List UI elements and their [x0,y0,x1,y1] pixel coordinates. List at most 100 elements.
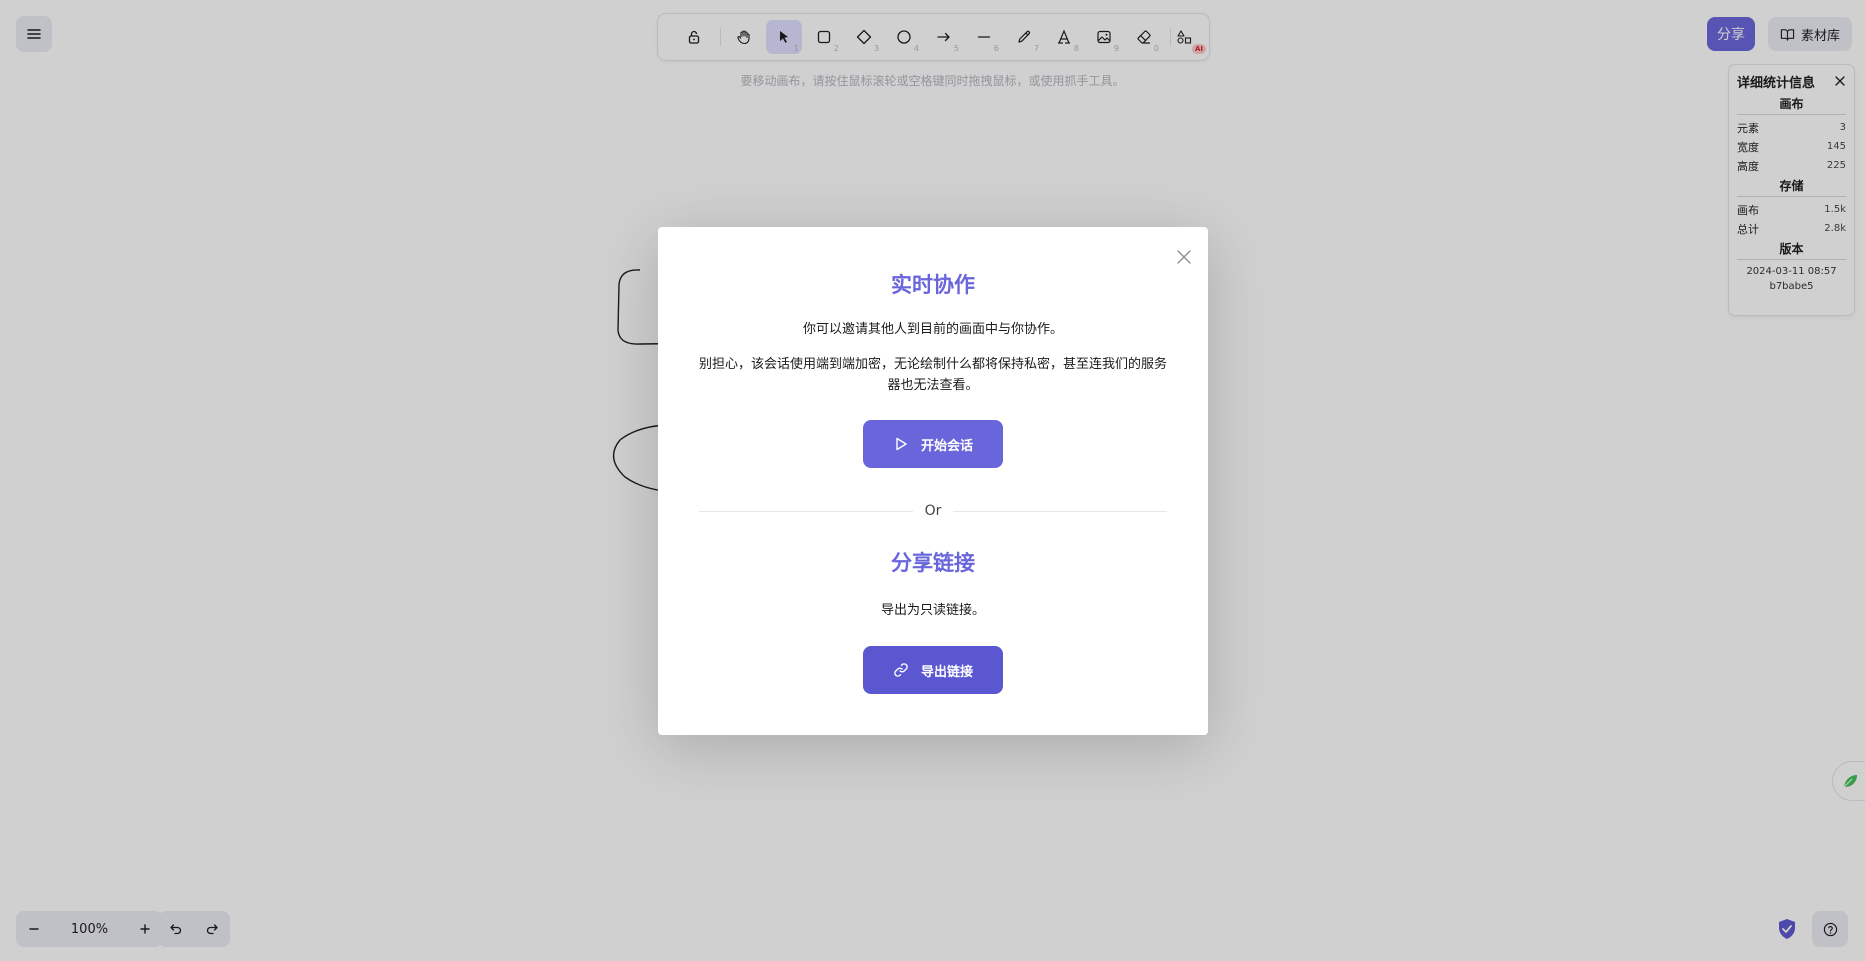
hand-icon [737,30,750,45]
stats-value: 225 [1826,160,1846,171]
divider-line [699,510,913,512]
stats-row: 画布 1.5k [1737,200,1846,219]
or-label: Or [924,503,942,519]
diamond-icon [856,29,872,45]
tool-line[interactable]: 6 [966,20,1002,54]
start-session-label: 开始会话 [920,438,973,454]
book-icon [1780,28,1795,41]
shield-check-icon[interactable] [1774,916,1800,942]
start-session-button[interactable]: 开始会话 [863,420,1003,468]
tool-shortcut-number: 9 [1113,44,1119,53]
close-icon [1177,250,1191,264]
minus-icon [29,928,39,930]
tool-text[interactable]: 8 [1046,20,1082,54]
stats-row: 总计 2.8k [1737,219,1846,238]
tool-shortcut-number: 4 [913,44,919,53]
stats-value: 145 [1826,141,1846,152]
tool-shortcut-number: 7 [1033,44,1039,53]
image-icon [1097,30,1111,44]
library-button[interactable]: 素材库 [1768,17,1852,51]
zoom-level[interactable]: 100% [52,922,127,937]
collaboration-dialog: 实时协作 你可以邀请其他人到目前的画面中与你协作。 别担心，该会话使用端到端加密… [658,227,1208,735]
stats-label: 元素 [1737,121,1759,135]
stats-label: 总计 [1737,222,1759,236]
stats-section-canvas: 画布 [1737,95,1846,115]
pencil-icon [1018,30,1030,43]
export-link-button[interactable]: 导出链接 [863,646,1003,694]
plus-icon [140,924,150,934]
version-date: 2024-03-11 08:57 [1746,266,1837,277]
shapes-toolbar: 1 2 3 4 5 6 7 8 9 0 AI [658,14,1209,60]
main-menu-button[interactable] [16,16,52,52]
collab-description: 你可以邀请其他人到目前的画面中与你协作。 [802,322,1063,337]
history-controls [158,911,230,947]
line-icon [977,36,991,38]
stats-section-version: 版本 [1737,240,1846,260]
tool-rectangle[interactable]: 2 [806,20,842,54]
rectangle-icon [817,30,831,44]
tool-image[interactable]: 9 [1086,20,1122,54]
canvas-hint: 要移动画布，请按住鼠标滚轮或空格键同时拖拽鼠标，或使用抓手工具。 [740,74,1125,88]
stats-label: 高度 [1737,159,1759,173]
lock-icon [688,30,700,44]
tool-eraser[interactable]: 0 [1126,20,1162,54]
stats-label: 宽度 [1737,140,1759,154]
play-icon [896,437,907,451]
redo-button[interactable] [194,911,230,947]
tool-arrow[interactable]: 5 [926,20,962,54]
stats-header: 详细统计信息 [1737,71,1846,91]
encryption-description: 别担心，该会话使用端到端加密，无论绘制什么都将保持私密，甚至连我们的服务器也无法… [698,357,1167,393]
tool-selection[interactable]: 1 [766,20,802,54]
tool-lock[interactable] [676,20,712,54]
side-panel-handle[interactable] [1833,762,1865,800]
stats-value: 2.8k [1824,223,1846,234]
tool-shortcut-number: 5 [953,44,959,53]
tool-extra-shapes[interactable]: AI [1166,20,1206,54]
toolbar-divider [720,28,721,46]
shapes-icon [1177,30,1192,44]
ai-badge: AI [1191,44,1206,54]
stats-title: 详细统计信息 [1737,75,1816,91]
stats-value: 1.5k [1824,204,1846,215]
circle-icon [897,30,911,44]
version-info[interactable]: 2024-03-11 08:57 b7babe5 [1737,264,1846,294]
share-button[interactable]: 分享 [1707,17,1755,51]
help-icon [1823,922,1837,936]
pointer-icon [780,31,788,43]
stats-label: 画布 [1737,203,1759,217]
or-divider: Or [699,501,1167,521]
tool-shortcut-number: 6 [993,44,999,53]
divider-line [953,510,1167,512]
text-icon [1057,29,1071,44]
library-label: 素材库 [1800,28,1840,44]
undo-button[interactable] [158,911,194,947]
stats-value: 3 [1839,122,1846,133]
arrow-right-icon [937,32,950,42]
share-link-title: 分享链接 [891,551,975,575]
export-link-label: 导出链接 [920,664,973,680]
tool-draw[interactable]: 7 [1006,20,1042,54]
leaf-icon [1843,775,1857,788]
link-icon [894,663,908,677]
dialog-close-button[interactable] [1170,243,1198,271]
stats-row: 元素 3 [1737,118,1846,137]
share-link-description: 导出为只读链接。 [880,603,985,618]
tool-ellipse[interactable]: 4 [886,20,922,54]
zoom-controls: 100% [16,911,163,947]
tool-shortcut-number: 0 [1153,44,1159,53]
tool-hand[interactable] [726,20,762,54]
stats-row: 宽度 145 [1737,137,1846,156]
tool-diamond[interactable]: 3 [846,20,882,54]
zoom-out-button[interactable] [16,911,52,947]
tool-shortcut-number: 8 [1073,44,1079,53]
tool-shortcut-number: 2 [833,44,839,53]
redo-icon [206,924,218,935]
version-hash: b7babe5 [1769,281,1814,292]
stats-panel: 详细统计信息 画布 元素 3 宽度 145 高度 225 存储 画布 1.5k 总计 2.… [1729,65,1854,315]
close-icon[interactable] [1834,75,1846,87]
eraser-icon [1137,30,1151,44]
help-button[interactable] [1812,911,1848,947]
tool-shortcut-number: 3 [873,44,879,53]
stats-section-storage: 存储 [1737,177,1846,197]
collab-title: 实时协作 [891,273,975,297]
